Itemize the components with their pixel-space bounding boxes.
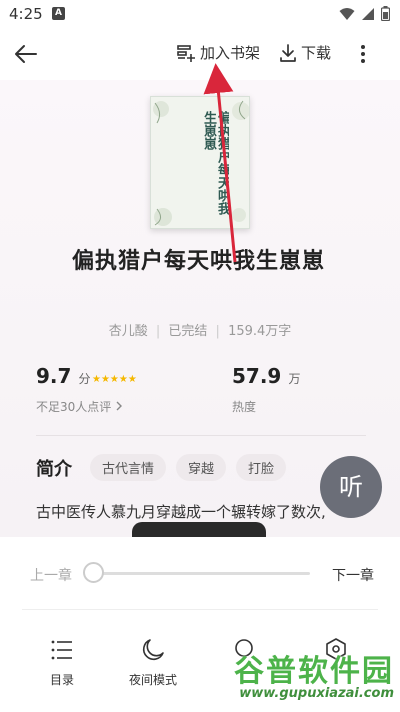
book-stats: 9.7 分 ★★★★★ 不足30人点评 57.9 万 热度 [0, 364, 400, 414]
rating-stars: ★★★★★ [92, 374, 137, 385]
signal-icon [362, 7, 374, 20]
intro-text[interactable]: 古中医传人慕九月穿越成一个辗转嫁了数次, [36, 501, 366, 522]
menu-item-night-mode[interactable]: 夜间模式 [113, 637, 193, 688]
more-vertical-icon [361, 45, 365, 63]
menu-label: 夜间模式 [128, 673, 177, 687]
heat-label: 热度 [232, 400, 257, 414]
settings-icon [235, 639, 253, 657]
rating-unit: 分 [78, 372, 91, 386]
download-button[interactable]: 下载 [279, 42, 331, 63]
section-divider [36, 435, 366, 436]
status-bar: 4:25 A [0, 0, 400, 28]
list-icon [51, 640, 72, 660]
download-label: 下载 [301, 44, 332, 62]
back-button[interactable] [12, 40, 40, 68]
menu-label: 目录 [49, 673, 74, 687]
panel-divider [22, 609, 378, 610]
meta-separator: | [155, 324, 161, 339]
top-bar: 加入书架 下载 [0, 28, 400, 80]
chapter-progress-track[interactable] [92, 572, 310, 575]
settings-icon [326, 638, 346, 660]
status-icons [339, 6, 390, 21]
book-meta: 杏儿酸 | 已完结 | 159.4万字 [0, 320, 400, 339]
rating-sub-label: 不足30人点评 [36, 400, 112, 414]
rating-review-link[interactable]: 不足30人点评 [36, 398, 123, 415]
book-status: 已完结 [168, 324, 208, 339]
heat-value: 57.9 [232, 364, 282, 388]
intro-header: 简介 古代言情 穿越 打脸 [36, 454, 287, 481]
chapter-progress-thumb[interactable] [83, 562, 104, 583]
tag-chip[interactable]: 穿越 [176, 454, 227, 481]
notification-icon: A [52, 7, 65, 20]
heat-unit: 万 [288, 372, 301, 386]
meta-separator: | [215, 324, 220, 339]
download-icon [280, 43, 296, 62]
menu-item-search[interactable] [204, 637, 284, 671]
prev-chapter-button[interactable]: 上一章 [30, 565, 72, 585]
rating-block[interactable]: 9.7 分 ★★★★★ 不足30人点评 [36, 364, 137, 414]
moon-icon [142, 639, 164, 661]
heat-block: 57.9 万 热度 [232, 364, 301, 414]
listen-button[interactable]: 听 [320, 456, 382, 518]
chevron-right-icon [116, 401, 123, 411]
book-word-count: 159.4万字 [228, 324, 292, 339]
arrow-left-icon [15, 45, 37, 63]
cover-title: 偏执猎户每天哄我生崽崽 [201, 111, 229, 215]
add-shelf-icon [177, 44, 195, 62]
status-time: 4:25 [9, 5, 43, 23]
tag-chip[interactable]: 打脸 [236, 454, 287, 481]
menu-item-settings[interactable] [296, 637, 376, 671]
intro-heading: 简介 [36, 458, 72, 480]
menu-item-contents[interactable]: 目录 [22, 637, 102, 688]
reader-menu: 目录 夜间模式 [0, 637, 400, 697]
battery-icon [381, 6, 390, 21]
book-author[interactable]: 杏儿酸 [109, 324, 148, 339]
wifi-icon [339, 7, 355, 20]
add-to-shelf-button[interactable]: 加入书架 [176, 42, 260, 63]
book-title: 偏执猎户每天哄我生崽崽 [72, 249, 326, 274]
more-options-button[interactable] [355, 42, 371, 66]
tag-chip[interactable]: 古代言情 [90, 454, 167, 481]
rating-value: 9.7 [36, 364, 72, 388]
add-to-shelf-label: 加入书架 [200, 44, 261, 62]
next-chapter-button[interactable]: 下一章 [332, 565, 374, 585]
reader-control-panel: 上一章 下一章 目录 夜间模式 [0, 537, 400, 712]
book-cover[interactable]: 偏执猎户每天哄我生崽崽 [150, 96, 250, 229]
